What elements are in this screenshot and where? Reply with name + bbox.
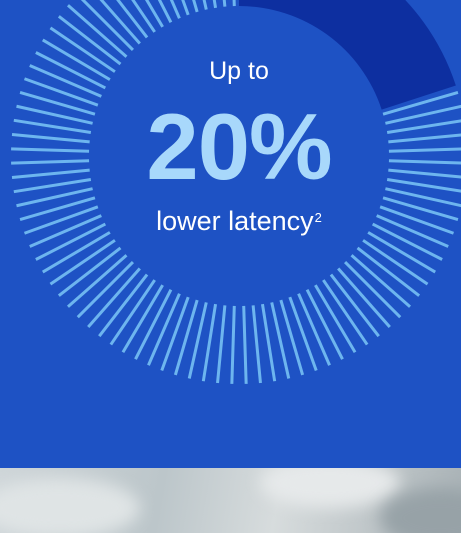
gauge-tick bbox=[288, 296, 318, 372]
stat-suffix-text: lower latency bbox=[156, 206, 314, 236]
gauge-tick bbox=[160, 296, 190, 372]
gauge-tick bbox=[99, 0, 141, 45]
latency-stat-card: Up to 20% lower latency2 bbox=[0, 0, 461, 468]
photo-haze bbox=[380, 488, 461, 533]
gauge-tick bbox=[251, 305, 262, 384]
gauge-tick bbox=[201, 303, 218, 382]
gauge-tick bbox=[222, 0, 227, 7]
photo-haze bbox=[0, 478, 140, 533]
gauge-tick bbox=[202, 0, 208, 10]
photo-haze bbox=[260, 468, 400, 508]
gauge-tick bbox=[242, 305, 248, 384]
gauge-tick bbox=[230, 305, 236, 384]
stat-prefix: Up to bbox=[209, 57, 269, 85]
photo-strip bbox=[0, 468, 461, 533]
stat-value: 20% bbox=[146, 94, 332, 199]
stat-suffix: lower latency2 bbox=[0, 206, 461, 237]
gauge-tick bbox=[216, 305, 227, 384]
gauge-tick bbox=[232, 0, 236, 7]
gauge-tick bbox=[260, 303, 277, 382]
footnote-marker: 2 bbox=[314, 210, 322, 225]
